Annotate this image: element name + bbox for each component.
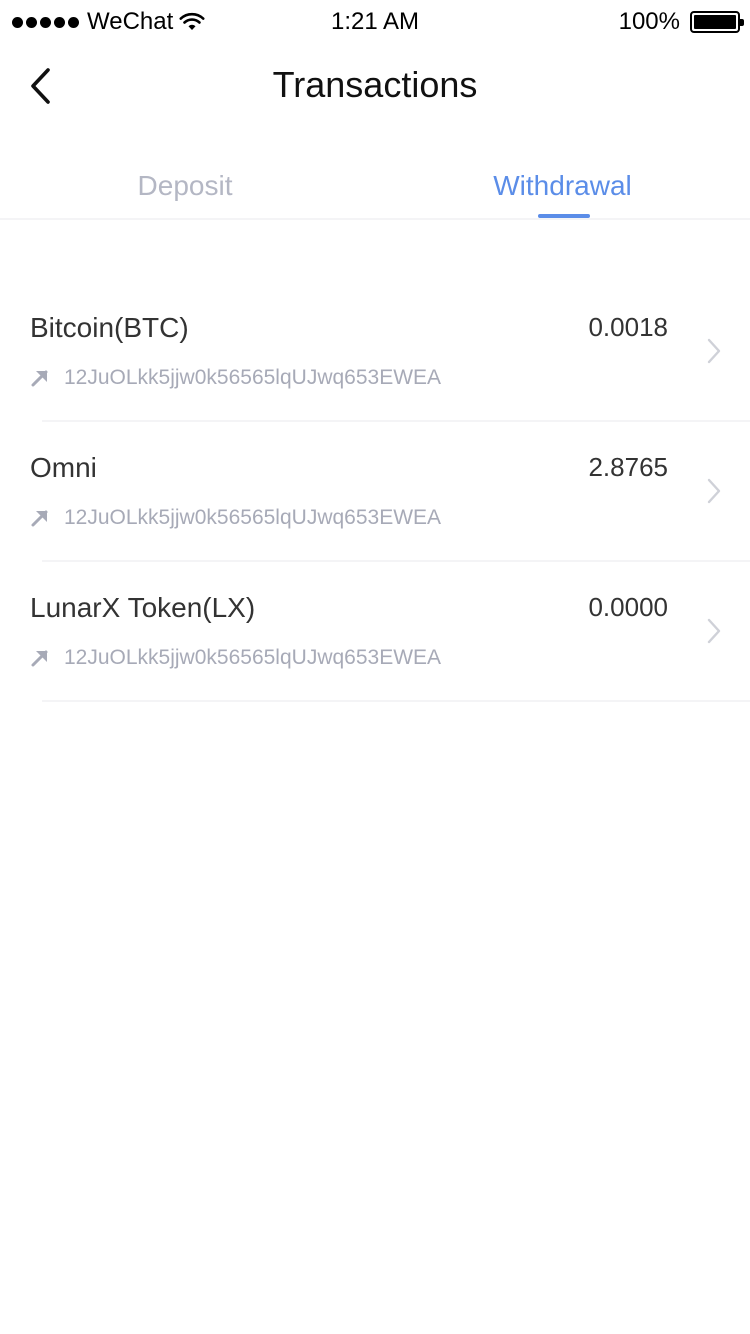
coin-name: LunarX Token(LX) bbox=[30, 592, 256, 623]
chevron-right-icon bbox=[707, 338, 721, 364]
page-title: Transactions bbox=[272, 64, 478, 105]
coin-name: Bitcoin(BTC) bbox=[30, 312, 189, 343]
status-bar: WeChat 1:21 AM 100% bbox=[0, 0, 750, 44]
amount: 0.0000 bbox=[588, 592, 668, 622]
wallet-address: 12JuOLkk5jjw0k56565lqUJwq653EWEA bbox=[64, 506, 442, 529]
transaction-row[interactable]: Omni 2.8765 12JuOLkk5jjw0k56565lqUJwq653… bbox=[0, 422, 750, 562]
chevron-right-icon bbox=[707, 478, 721, 504]
arrow-up-right-icon bbox=[31, 650, 48, 667]
chevron-right-icon bbox=[707, 618, 721, 644]
transaction-list: Bitcoin(BTC) 0.0018 12JuOLkk5jjw0k56565l… bbox=[0, 282, 750, 702]
nav-bar: Transactions bbox=[0, 44, 750, 128]
arrow-up-right-icon bbox=[31, 510, 48, 527]
wallet-address: 12JuOLkk5jjw0k56565lqUJwq653EWEA bbox=[64, 366, 442, 389]
status-right: 100% bbox=[618, 8, 744, 36]
amount: 2.8765 bbox=[588, 452, 668, 482]
tab-withdrawal[interactable]: Withdrawal bbox=[375, 170, 750, 202]
tab-deposit[interactable]: Deposit bbox=[0, 170, 370, 202]
amount: 0.0018 bbox=[588, 312, 668, 342]
wallet-address: 12JuOLkk5jjw0k56565lqUJwq653EWEA bbox=[64, 646, 442, 669]
arrow-up-right-icon bbox=[31, 370, 48, 387]
active-tab-indicator bbox=[538, 214, 590, 218]
transaction-row[interactable]: LunarX Token(LX) 0.0000 12JuOLkk5jjw0k56… bbox=[0, 562, 750, 702]
battery-icon bbox=[690, 11, 744, 33]
tab-bar: Deposit Withdrawal bbox=[0, 150, 750, 220]
coin-name: Omni bbox=[30, 452, 97, 483]
transaction-row[interactable]: Bitcoin(BTC) 0.0018 12JuOLkk5jjw0k56565l… bbox=[0, 282, 750, 422]
battery-percent: 100% bbox=[618, 8, 680, 35]
